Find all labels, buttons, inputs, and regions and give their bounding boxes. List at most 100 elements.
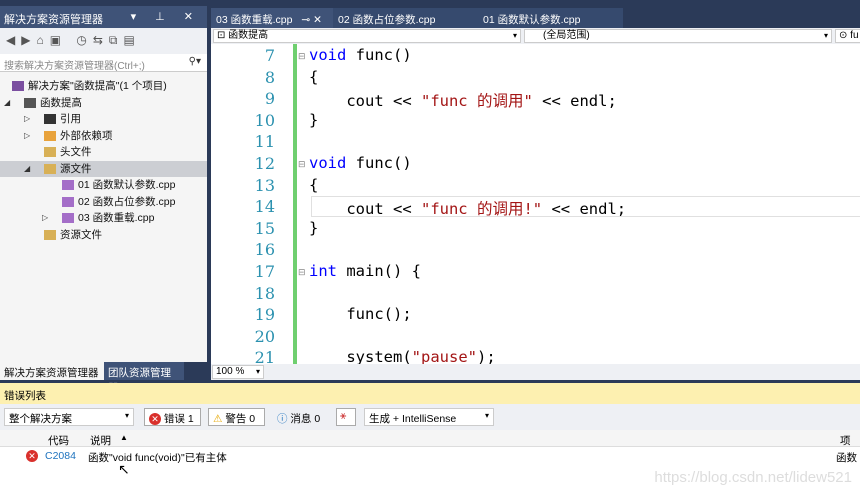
line-number: 12 xyxy=(254,154,275,173)
code-token: "func 的调用!" xyxy=(420,200,543,219)
tree-item-icon xyxy=(44,114,56,125)
tree-item[interactable]: 资源文件 xyxy=(0,227,207,244)
line-number: 16 xyxy=(254,240,275,260)
watermark: https://blog.csdn.net/lidew521 xyxy=(654,469,852,486)
line-number: 11 xyxy=(254,132,275,152)
code-line: system("pause"); xyxy=(309,348,495,364)
tree-item[interactable]: ◢ 源文件 xyxy=(0,160,207,178)
fold-icon[interactable]: ⊟ xyxy=(298,267,306,278)
code-editor[interactable]: 7 ⊟ void func() 8{9 cout << "func 的调用" << e… xyxy=(211,44,860,364)
expand-arrow-icon[interactable]: ▷ xyxy=(24,128,30,145)
code-token: "func 的调用" xyxy=(420,92,533,111)
editor-status-bar: 100 % ▾ xyxy=(211,364,860,380)
panel-title-text: 解决方案资源管理器 xyxy=(4,14,103,26)
tab-01[interactable]: 01 函数默认参数.cpp xyxy=(473,8,623,28)
expand-arrow-icon[interactable]: ▷ xyxy=(24,111,30,128)
search-icon[interactable]: ⚲▾ xyxy=(189,56,201,67)
scope-filter-dropdown[interactable]: 整个解决方案 ▾ xyxy=(4,408,134,426)
build-filter-value: 生成 + IntelliSense xyxy=(369,413,457,425)
code-line: void func() xyxy=(309,46,412,64)
tree-item-icon xyxy=(44,163,56,174)
line-number: 18 xyxy=(254,283,275,303)
code-token: void xyxy=(309,46,347,64)
line-number: 21 xyxy=(254,348,275,364)
tree-item-icon xyxy=(44,229,56,240)
code-line: } xyxy=(309,219,318,237)
sort-ascending-icon: ▲ xyxy=(120,433,128,442)
chevron-down-icon: ▾ xyxy=(255,367,260,376)
zoom-value: 100 % xyxy=(216,366,245,377)
solution-tree: 解决方案"函数提高"(1 个项目) ◢ 函数提高 ▷ 引用 ▷ 外部依赖项 头文件 ◢ 源文件 01… xyxy=(0,78,207,243)
error-list-title: 错误列表 xyxy=(0,383,860,404)
tree-item-icon xyxy=(62,213,74,224)
build-filter-dropdown[interactable]: 生成 + IntelliSense ▾ xyxy=(364,408,494,426)
scope-dropdown[interactable]: (全局范围) ▾ xyxy=(524,29,832,43)
errors-count: 错误 1 xyxy=(163,413,194,425)
error-list-body: ✕ C2084 函数"void func(void)"已有主体 函数 https… xyxy=(0,447,860,488)
member-dropdown[interactable]: ⊙ fu xyxy=(835,29,860,43)
messages-filter-button[interactable]: ⓘ 消息 0 xyxy=(272,408,327,426)
tab-label: 03 函数重载.cpp xyxy=(216,14,293,26)
fold-icon[interactable]: ⊟ xyxy=(298,51,306,62)
mouse-cursor-icon: ↖ xyxy=(118,461,130,477)
expand-arrow-icon[interactable]: ▷ xyxy=(42,210,48,227)
tree-item[interactable]: ◢ 函数提高 xyxy=(0,95,207,112)
filter-button[interactable]: ⚹ xyxy=(336,408,356,426)
pin-icon[interactable]: ⊸ xyxy=(301,14,310,26)
change-indicator xyxy=(293,44,297,364)
column-description[interactable]: 说明 xyxy=(90,433,111,448)
chevron-down-icon: ▾ xyxy=(484,411,489,420)
explorer-search-input[interactable]: 搜索解决方案资源管理器(Ctrl+;) ⚲▾ xyxy=(0,54,207,72)
line-number: 20 xyxy=(254,326,275,346)
code-token: int xyxy=(309,262,337,280)
error-project: 函数 xyxy=(836,452,857,464)
tree-item[interactable]: 01 函数默认参数.cpp xyxy=(0,177,207,194)
tab-team-explorer[interactable]: 团队资源管理器 xyxy=(104,362,184,394)
tree-item[interactable]: 解决方案"函数提高"(1 个项目) xyxy=(0,78,207,95)
panel-title: 解决方案资源管理器 ▾ ⊥ ✕ xyxy=(0,6,207,28)
line-number: 9 xyxy=(264,89,275,109)
code-token: << endl; xyxy=(532,92,617,111)
tree-item[interactable]: ▷ 03 函数重载.cpp xyxy=(0,210,207,227)
collapse-arrow-icon[interactable]: ◢ xyxy=(4,95,10,112)
solution-explorer: 解决方案资源管理器 ▾ ⊥ ✕ ◀▶⌂▣ ◷⇆⧉▤ 搜索解决方案资源管理器(Ctr… xyxy=(0,6,207,394)
code-token: } xyxy=(309,218,319,237)
error-icon: ✕ xyxy=(26,450,38,462)
tree-item[interactable]: 02 函数占位参数.cpp xyxy=(0,194,207,211)
tab-02[interactable]: 02 函数占位参数.cpp xyxy=(333,8,473,28)
tree-item[interactable]: ▷ 外部依赖项 xyxy=(0,128,207,145)
fold-icon[interactable]: ⊟ xyxy=(298,159,306,170)
collapse-arrow-icon[interactable]: ◢ xyxy=(24,161,30,178)
error-list-header: 代码 说明 ▲ 项目 xyxy=(0,430,860,462)
tree-item-label: 解决方案"函数提高"(1 个项目) xyxy=(28,80,167,92)
column-code[interactable]: 代码 xyxy=(48,433,69,448)
code-token: func() xyxy=(346,46,412,64)
tree-item-label: 头文件 xyxy=(60,146,92,158)
project-dropdown-value: 函数提高 xyxy=(228,30,269,41)
code-token: cout << xyxy=(309,200,421,219)
tree-item[interactable]: 头文件 xyxy=(0,144,207,161)
zoom-dropdown[interactable]: 100 % ▾ xyxy=(212,365,264,379)
project-dropdown[interactable]: ⊡ 函数提高 ▾ xyxy=(213,29,521,43)
errors-filter-button[interactable]: ✕ 错误 1 xyxy=(144,408,201,426)
info-icon: ⓘ xyxy=(277,413,288,425)
close-icon[interactable]: ✕ xyxy=(313,14,322,26)
tab-solution-explorer[interactable]: 解决方案资源管理器 xyxy=(0,362,104,380)
tab-03[interactable]: 03 函数重载.cpp ⊸ ✕ xyxy=(211,8,333,28)
error-code-link[interactable]: C2084 xyxy=(45,450,76,462)
code-line: int main() { xyxy=(309,262,421,280)
tree-item[interactable]: ▷ 引用 xyxy=(0,111,207,128)
code-token: << endl; xyxy=(542,200,627,219)
filter-icon: ⚹ xyxy=(340,410,347,422)
chevron-down-icon: ▾ xyxy=(124,411,129,420)
scope-filter-value: 整个解决方案 xyxy=(9,413,72,425)
explorer-tabs: 解决方案资源管理器 团队资源管理器 xyxy=(0,362,207,394)
warnings-filter-button[interactable]: ⚠ 警告 0 xyxy=(208,408,265,426)
code-line: { xyxy=(309,68,318,86)
tree-item-label: 引用 xyxy=(60,113,81,125)
panel-controls[interactable]: ▾ ⊥ ✕ xyxy=(131,10,201,23)
tree-item-icon xyxy=(62,180,74,191)
code-token: void xyxy=(309,154,347,172)
document-tabs: 03 函数重载.cpp ⊸ ✕ 02 函数占位参数.cpp 01 函数默认参数.… xyxy=(211,6,860,28)
explorer-toolbar[interactable]: ◀▶⌂▣ ◷⇆⧉▤ xyxy=(0,28,207,54)
